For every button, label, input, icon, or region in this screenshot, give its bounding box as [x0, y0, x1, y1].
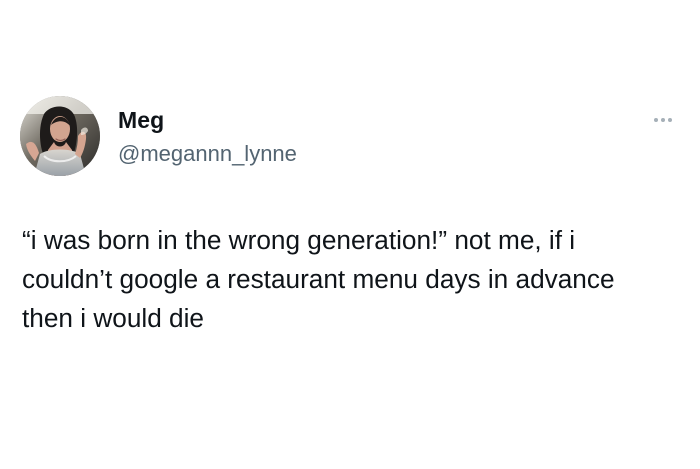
more-options-button[interactable]	[646, 110, 680, 130]
tweet-card: Meg @megannn_lynne “i was born in the wr…	[0, 0, 700, 469]
user-handle[interactable]: @megannn_lynne	[118, 140, 297, 168]
display-name[interactable]: Meg	[118, 106, 164, 134]
tweet-text: “i was born in the wrong generation!” no…	[22, 225, 615, 333]
more-horizontal-icon	[654, 118, 658, 122]
profile-photo-icon	[20, 96, 100, 176]
more-horizontal-icon	[668, 118, 672, 122]
avatar[interactable]	[20, 96, 100, 176]
more-horizontal-icon	[661, 118, 665, 122]
